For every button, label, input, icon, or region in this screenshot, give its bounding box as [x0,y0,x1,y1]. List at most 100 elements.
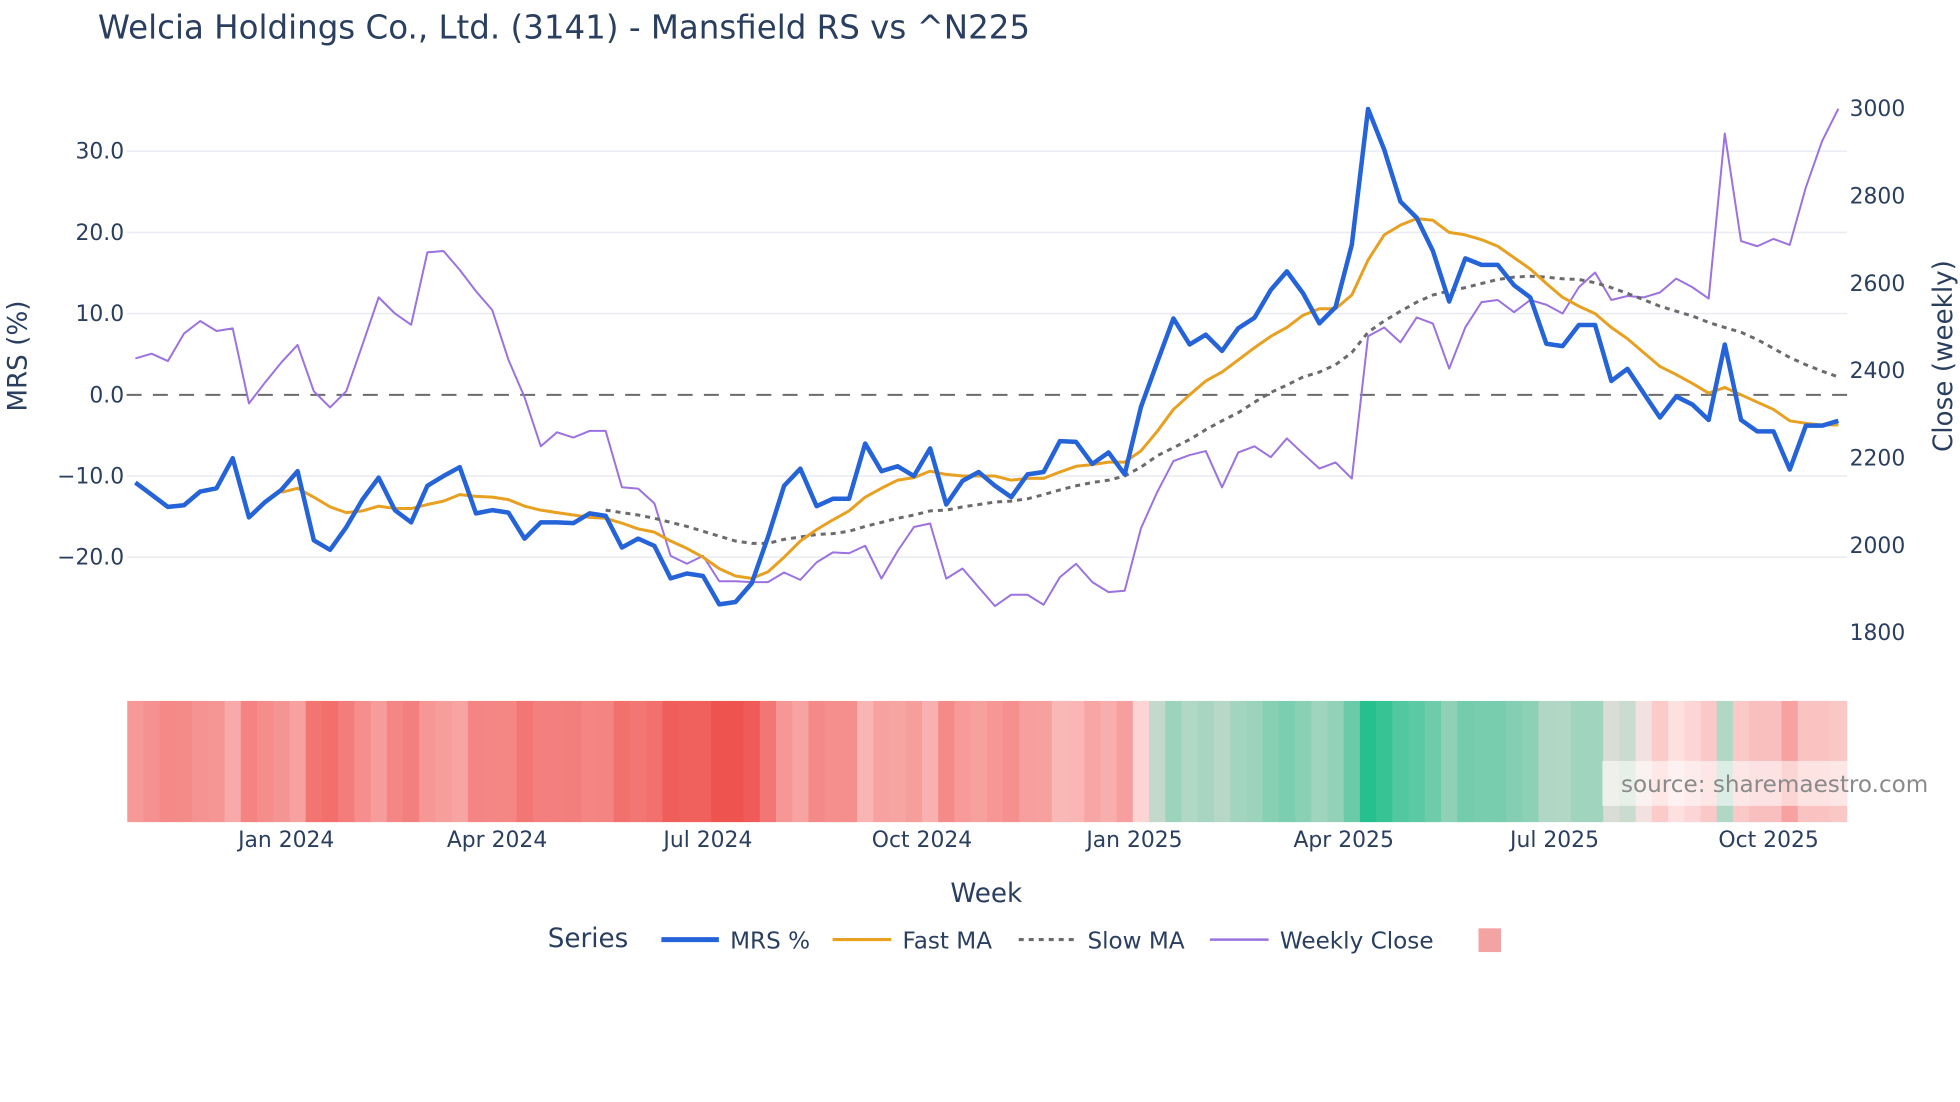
heatmap-cell [467,700,485,823]
heatmap-cell [921,700,939,823]
y-tick-label: 10.0 [75,302,124,327]
heatmap-cell [419,700,437,823]
heatmap-cell [986,700,1004,823]
legend-label-mrs: MRS % [730,928,810,954]
heatmap-cell [1586,700,1604,823]
heatmap-cell [1554,700,1572,823]
x-tick-label: Jul 2025 [1508,828,1599,853]
heatmap-cell [1570,700,1588,823]
x-tick-label: Apr 2025 [1293,828,1393,853]
heatmap-cell [1311,700,1329,823]
heatmap-cell [727,700,745,823]
heatmap-cell [1440,700,1458,823]
x-axis-ticks: Jan 2024 Apr 2024 Jul 2024 Oct 2024 Jan 2025… [236,828,1819,853]
heatmap-cell [159,700,177,823]
heatmap-cell [1051,700,1069,823]
heatmap-cell [500,700,518,823]
heatmap-cell [289,700,307,823]
heatmap-cell [402,700,420,823]
y-tick-label: 20.0 [75,221,124,246]
heatmap-cell [743,700,761,823]
y2-tick-label: 3000 [1850,97,1906,122]
left-axis-ticks: 30.0 20.0 10.0 0.0 −10.0 −20.0 [57,140,124,571]
heatmap-cell [1424,700,1442,823]
watermark: source: sharemaestro.com [1621,772,1928,798]
heatmap-cell [1165,700,1183,823]
x-tick-label: Jul 2024 [661,828,752,853]
heatmap-cell [581,700,599,823]
heatmap-cell [548,700,566,823]
legend-item-weekly-close[interactable]: Weekly Close [1209,928,1434,954]
heatmap-cell [1327,700,1345,823]
heatmap-cell [1035,700,1053,823]
right-axis-ticks: 3000 2800 2600 2400 2200 2000 1800 [1850,97,1906,646]
heatmap-cell [646,700,664,823]
heatmap-cell [532,700,550,823]
heatmap-cell [1003,700,1021,823]
y-tick-label: −10.0 [57,465,124,490]
legend-item-fast-ma[interactable]: Fast MA [832,928,993,954]
y2-tick-label: 2600 [1850,272,1906,297]
heatmap-cell [1457,700,1475,823]
heatmap-cell [1213,700,1231,823]
y2-tick-label: 1800 [1850,621,1906,646]
heatmap-cell [1489,700,1507,823]
heatmap-cell [889,700,907,823]
heatmap-cell [1522,700,1540,823]
heatmap-cell [776,700,793,823]
heatmap-cell [354,700,372,823]
heatmap-cell [1100,700,1118,823]
heatmap-cell [1392,700,1410,823]
x-tick-label: Oct 2024 [872,828,972,853]
heatmap-cell [224,700,242,823]
heatmap-cell [1376,700,1394,823]
heatmap-cell [613,700,631,823]
y2-tick-label: 2200 [1850,447,1906,472]
heatmap-cell [1230,700,1248,823]
heatmap-cell [970,700,988,823]
gridlines [126,150,1848,558]
heatmap-cell [565,700,583,823]
heatmap-cell [808,700,826,823]
heatmap-cell [516,700,534,823]
heatmap-cell [305,700,323,823]
heatmap-cell [208,700,226,823]
y-tick-label: −20.0 [57,546,124,571]
heatmap-cell [273,700,291,823]
x-axis-title: Week [950,879,1023,909]
heatmap-cell [938,700,956,823]
heatmap-cell [175,700,193,823]
x-tick-label: Apr 2024 [447,828,547,853]
heatmap-cell [1359,700,1377,823]
heatmap-cell [1473,700,1491,823]
heatmap-cell [1295,700,1312,823]
heatmap-cell [662,700,680,823]
heatmap-cell [630,700,648,823]
left-axis-title: MRS (%) [4,300,34,411]
y-tick-label: 0.0 [89,383,124,408]
legend-swatch-heatmap[interactable] [1478,928,1502,953]
heatmap-strip [127,700,1848,823]
heatmap-cell [678,700,696,823]
legend-label-slow-ma: Slow MA [1087,928,1184,954]
heatmap-cell [1132,700,1150,823]
heatmap-cell [1538,700,1556,823]
legend-label-weekly-close: Weekly Close [1280,928,1434,954]
legend-item-slow-ma[interactable]: Slow MA [1018,928,1185,954]
chart-title: Welcia Holdings Co., Ltd. (3141) - Mansf… [98,9,1030,47]
heatmap-cell [370,700,388,823]
legend-item-mrs[interactable]: MRS % [661,928,810,954]
x-tick-label: Jan 2024 [236,828,334,853]
heatmap-cell [1084,700,1102,823]
heatmap-cell [824,700,842,823]
legend: Series MRS % Fast MA Slow MA Weekly Clos… [548,924,1502,954]
heatmap-cell [954,700,972,823]
series-lines [134,106,1840,608]
heatmap-cell [711,700,729,823]
mrs-chart: Welcia Holdings Co., Ltd. (3141) - Mansf… [4,9,1959,955]
mrs-line [134,106,1840,607]
heatmap-cell [1181,700,1199,823]
right-axis-title: Close (weekly) [1929,260,1959,452]
heatmap-cell [143,700,161,823]
heatmap-cell [840,700,858,823]
